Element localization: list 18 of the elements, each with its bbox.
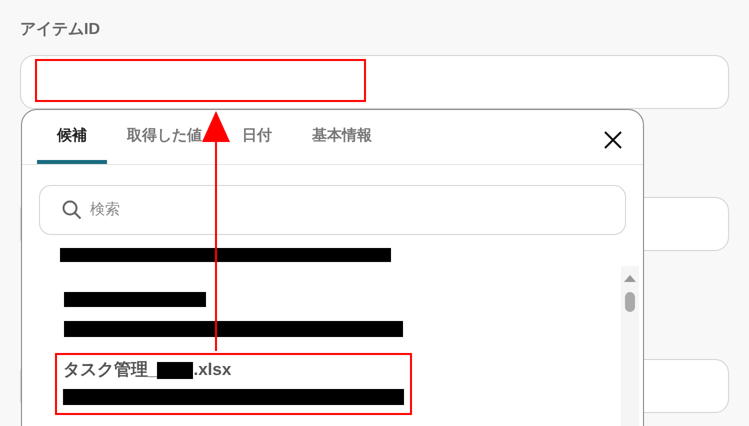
search-icon: [62, 200, 82, 220]
field-label: アイテムID: [20, 20, 100, 40]
list-item[interactable]: [62, 290, 405, 339]
input-field[interactable]: [20, 55, 729, 109]
tab[interactable]: 日付: [222, 120, 292, 164]
close-icon[interactable]: [603, 130, 623, 150]
search-field[interactable]: 検索: [39, 185, 626, 235]
list-item[interactable]: タスク管理_ .xlsx: [55, 353, 412, 415]
tab[interactable]: 候補: [37, 120, 107, 164]
scroll-up-icon[interactable]: [624, 274, 636, 282]
tab[interactable]: 取得した値: [107, 120, 222, 164]
search-placeholder: 検索: [90, 200, 120, 220]
tab[interactable]: 基本情報: [292, 120, 392, 164]
redaction-bar: [157, 362, 194, 378]
file-extension: .xlsx: [193, 359, 232, 381]
scroll-thumb[interactable]: [625, 292, 635, 312]
file-name: タスク管理_: [63, 359, 158, 381]
scrollbar[interactable]: [621, 266, 639, 426]
